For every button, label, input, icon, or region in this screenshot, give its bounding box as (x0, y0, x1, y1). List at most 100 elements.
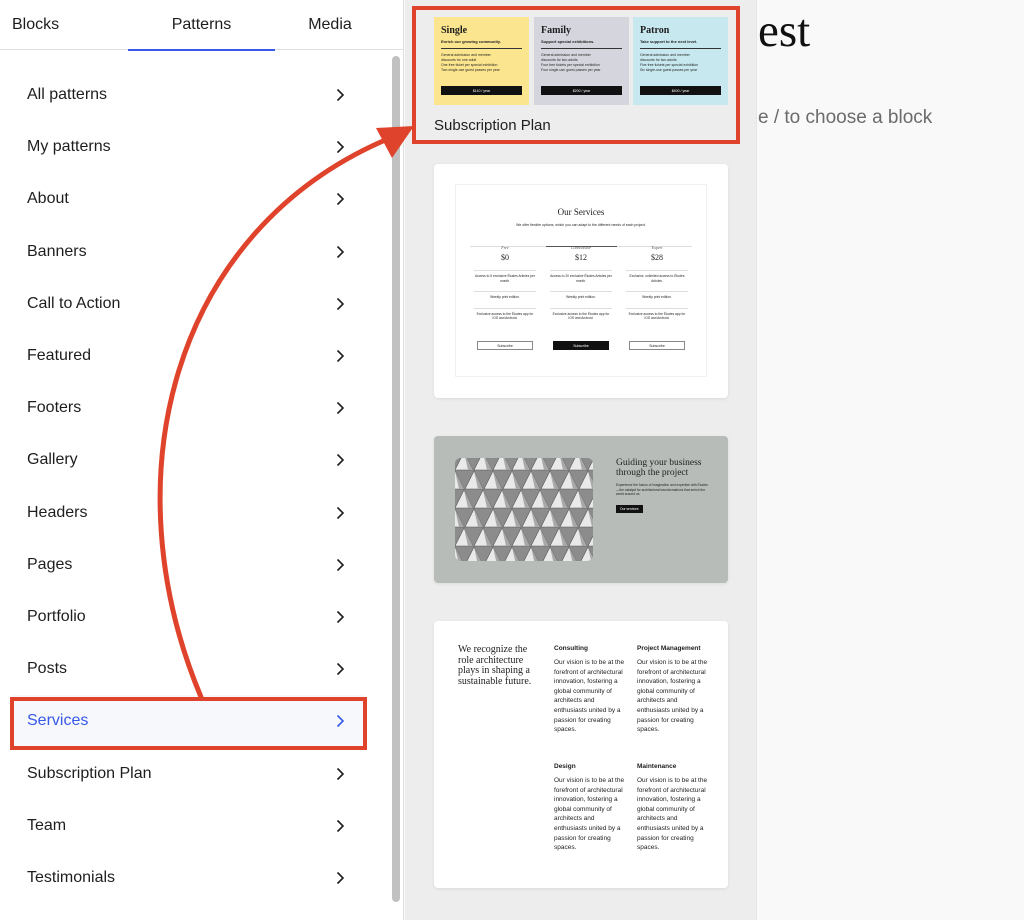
pattern-preview-our-services[interactable]: Our Services We offer flexible options, … (434, 164, 728, 398)
category-scroll-area[interactable]: All patterns My patterns About Banners Call … (0, 51, 404, 920)
plan-feature: Exclusive access to the Études app for i… (550, 307, 612, 321)
category-label: Team (27, 816, 67, 834)
chevron-right-icon (332, 505, 348, 521)
category-label: Banners (27, 242, 87, 260)
category-item[interactable]: Team (12, 800, 364, 852)
chevron-right-icon (332, 139, 348, 155)
plan-feature: Access to 5 exclusive Études Articles pe… (474, 270, 536, 283)
category-item[interactable]: Gallery (12, 434, 364, 486)
service-heading: Consulting (554, 645, 588, 652)
service-block-maintenance: Maintenance Our vision is to be at the f… (637, 763, 709, 853)
chevron-right-icon (332, 348, 348, 364)
category-item[interactable]: Pages (12, 539, 364, 591)
category-label: Headers (27, 503, 88, 521)
service-text: Our vision is to be at the forefront of … (554, 777, 625, 852)
category-item[interactable]: About (12, 173, 364, 225)
chevron-right-icon (332, 452, 348, 468)
chevron-right-icon (332, 191, 348, 207)
architecture-lead: We recognize the role architecture plays… (458, 644, 532, 687)
plan-feature: Weekly print edition. (626, 291, 688, 300)
inserter-sidebar: Blocks Patterns Media All patterns My pat… (0, 0, 404, 920)
plan-price: $12 (575, 253, 587, 262)
services-title: Our Services (557, 207, 605, 217)
services-preview: Our Services We offer flexible options, … (456, 185, 706, 376)
category-item[interactable]: Testimonials (12, 852, 364, 904)
service-plan-column: Expert $28 Exclusive, unlimited access to … (626, 245, 688, 321)
service-plan-column: Connoisseur $12 Access to 20 exclusive Étu… (550, 245, 612, 321)
category-label: Pages (27, 555, 73, 573)
service-text: Our vision is to be at the forefront of … (554, 659, 625, 734)
category-item[interactable]: Headers (12, 487, 364, 539)
plan-subscribe-button: Subscribe (477, 341, 533, 350)
category-label: Posts (27, 660, 68, 678)
chevron-right-icon (332, 766, 348, 782)
plan-subscribe-button: Subscribe (553, 341, 609, 350)
pattern-preview-guiding-business[interactable]: Guiding your business through the projec… (434, 436, 728, 583)
guiding-text: Guiding your business through the projec… (616, 458, 708, 515)
plan-feature: Weekly print edition. (474, 291, 536, 300)
chevron-right-icon (332, 400, 348, 416)
highlight-box-subscription-preview (412, 6, 740, 144)
service-text: Our vision is to be at the forefront of … (637, 777, 708, 852)
category-item[interactable]: Footers (12, 382, 364, 434)
chevron-right-icon (332, 557, 348, 573)
tab-media[interactable]: Media (275, 0, 385, 50)
plan-subscribe-button: Subscribe (629, 341, 685, 350)
plan-tier: Expert (651, 245, 663, 250)
service-block-project-management: Project Management Our vision is to be a… (637, 645, 709, 735)
category-item[interactable]: Subscription Plan (12, 747, 364, 799)
block-placeholder-hint[interactable]: e / to choose a block (758, 107, 932, 129)
category-label: Portfolio (27, 607, 86, 625)
chevron-right-icon (332, 870, 348, 886)
category-item[interactable]: Portfolio (12, 591, 364, 643)
category-item[interactable]: Posts (12, 643, 364, 695)
category-label: Gallery (27, 451, 78, 469)
chevron-right-icon (332, 87, 348, 103)
category-item[interactable]: Services (12, 695, 364, 748)
post-title-fragment[interactable]: est (758, 4, 810, 58)
architecture-facade-graphic (455, 458, 593, 561)
service-heading: Project Management (637, 645, 701, 652)
plan-tier: Free (501, 245, 509, 250)
service-heading: Maintenance (637, 763, 677, 770)
tab-patterns[interactable]: Patterns (128, 0, 275, 51)
category-item[interactable]: Call to Action (12, 278, 364, 330)
category-item[interactable]: All patterns (12, 69, 364, 121)
category-label: All patterns (27, 86, 108, 104)
chevron-right-icon (332, 296, 348, 312)
service-plan-column: Free $0 Access to 5 exclusive Études Artic… (474, 245, 536, 321)
pattern-preview-architecture-services[interactable]: We recognize the role architecture plays… (434, 621, 728, 888)
editor-canvas[interactable]: est e / to choose a block (758, 0, 1024, 920)
chevron-right-icon (332, 609, 348, 625)
category-label: My patterns (27, 138, 111, 156)
category-label: Footers (27, 399, 82, 417)
category-item[interactable]: Banners (12, 226, 364, 278)
service-heading: Design (554, 763, 576, 770)
services-subtitle: We offer flexible options, which you can… (516, 223, 646, 227)
category-label: Subscription Plan (27, 764, 152, 782)
plan-feature: Weekly print edition. (550, 291, 612, 300)
category-label: Featured (27, 347, 92, 365)
category-item[interactable]: Featured (12, 330, 364, 382)
category-label: Services (27, 712, 89, 730)
service-block-design: Design Our vision is to be at the forefr… (554, 763, 626, 853)
plan-feature: Exclusive access to the Études app for i… (474, 307, 536, 321)
pattern-category-list: All patterns My patterns About Banners Call … (12, 69, 364, 904)
chevron-right-icon (332, 661, 348, 677)
sidebar-scrollbar[interactable] (392, 56, 400, 902)
plan-feature: Exclusive access to the Études app for i… (626, 307, 688, 321)
guiding-title: Guiding your business through the projec… (616, 458, 702, 478)
guiding-button: Our services (616, 504, 643, 513)
category-label: About (27, 190, 69, 208)
service-text: Our vision is to be at the forefront of … (637, 659, 708, 734)
chevron-right-icon (332, 713, 348, 729)
plan-feature: Access to 20 exclusive Études Articles p… (550, 270, 612, 283)
plan-price: $28 (651, 253, 663, 262)
inserter-tabs: Blocks Patterns Media (0, 0, 403, 51)
plan-tier: Connoisseur (570, 245, 592, 250)
chevron-right-icon (332, 244, 348, 260)
category-item[interactable]: My patterns (12, 121, 364, 173)
tab-blocks[interactable]: Blocks (0, 0, 128, 50)
service-block-consulting: Consulting Our vision is to be at the fo… (554, 645, 626, 735)
plan-feature: Exclusive, unlimited access to Études Ar… (626, 270, 688, 283)
